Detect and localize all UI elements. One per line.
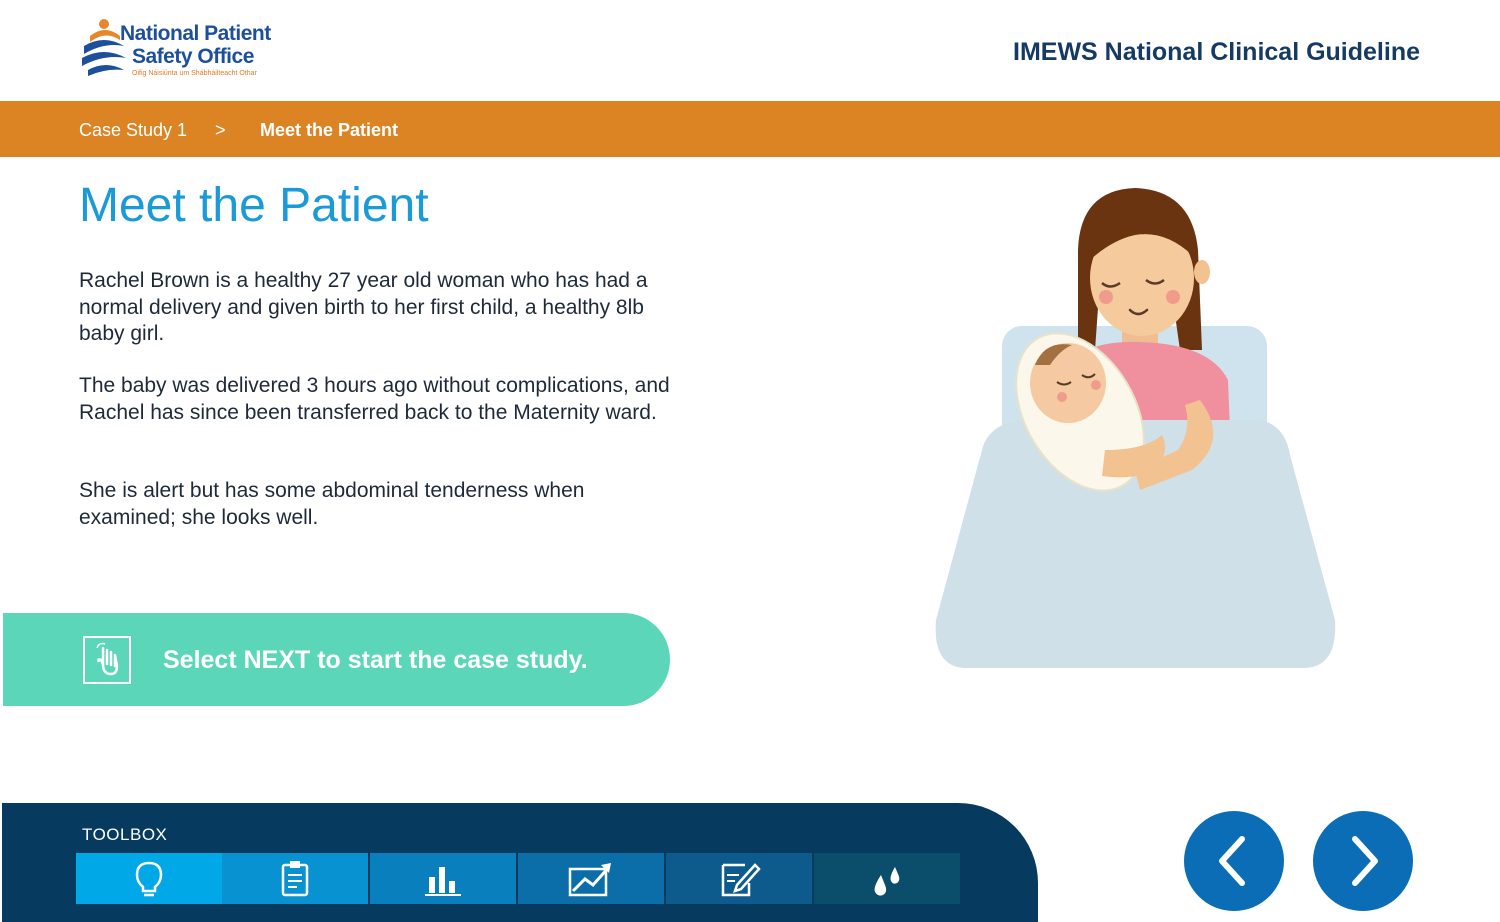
bar-chart-icon xyxy=(425,866,461,896)
page-title: Meet the Patient xyxy=(79,179,429,232)
edit-notes-icon xyxy=(721,862,761,896)
hand-pointer-icon xyxy=(83,636,131,684)
toolbox-label: TOOLBOX xyxy=(82,825,168,844)
previous-button[interactable] xyxy=(1184,811,1284,911)
breadcrumb-separator: > xyxy=(215,120,226,140)
breadcrumb: Case Study 1 > Meet the Patient xyxy=(0,101,1500,157)
clipboard-icon xyxy=(281,860,309,896)
toolbox-trend-chart-button[interactable] xyxy=(518,853,664,904)
logo-text-irish: Oifig Náisiúnta um Shábháilteacht Othar xyxy=(132,70,257,77)
patient-description-paragraph: Rachel Brown is a healthy 27 year old wo… xyxy=(79,269,648,345)
start-case-study-label: Select NEXT to start the case study. xyxy=(163,646,588,674)
next-button[interactable] xyxy=(1313,811,1413,911)
mother-baby-illustration xyxy=(930,180,1350,685)
toolbox-clipboard-button[interactable] xyxy=(222,853,368,904)
npso-logo: National Patient Safety Office Oifig Nái… xyxy=(80,16,280,86)
start-case-study-banner[interactable]: Select NEXT to start the case study. xyxy=(3,613,670,706)
delivery-info-paragraph: The baby was delivered 3 hours ago witho… xyxy=(79,374,670,424)
lightbulb-icon xyxy=(135,861,163,896)
condition-paragraph: She is alert but has some abdominal tend… xyxy=(79,479,585,529)
breadcrumb-item-case-study[interactable]: Case Study 1 xyxy=(79,120,187,141)
breadcrumb-item-current: Meet the Patient xyxy=(260,120,399,140)
toolbox: TOOLBOX xyxy=(2,803,1038,922)
toolbox-lightbulb-button[interactable] xyxy=(76,853,222,904)
toolbox-edit-notes-button[interactable] xyxy=(666,853,812,904)
drops-icon xyxy=(874,866,900,896)
toolbox-drops-button[interactable] xyxy=(814,853,960,904)
trend-chart-icon xyxy=(568,862,611,896)
app-title: IMEWS National Clinical Guideline xyxy=(1013,38,1420,66)
chevron-left-icon xyxy=(1219,836,1245,886)
logo-text-line2: Safety Office xyxy=(132,45,254,68)
chevron-right-icon xyxy=(1352,836,1378,886)
header: National Patient Safety Office Oifig Nái… xyxy=(0,0,1500,101)
logo-text-line1: National Patient xyxy=(120,22,271,45)
toolbox-bar-chart-button[interactable] xyxy=(370,853,516,904)
